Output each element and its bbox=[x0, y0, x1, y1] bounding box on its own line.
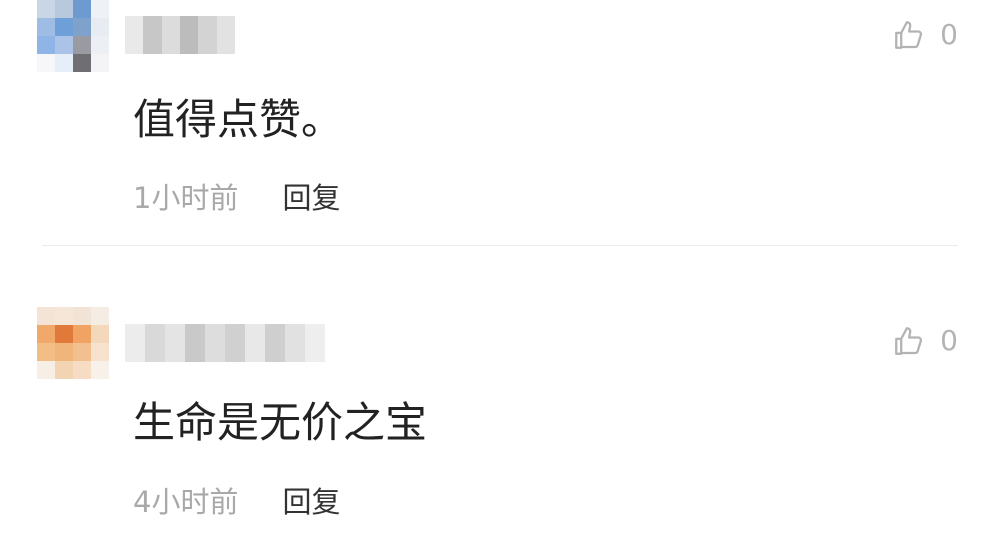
like-button[interactable]: 0 bbox=[892, 18, 958, 52]
avatar-pixel bbox=[37, 361, 55, 379]
avatar-pixel bbox=[55, 325, 73, 343]
avatar-pixel bbox=[73, 307, 91, 325]
avatar-pixel bbox=[55, 307, 73, 325]
avatar-pixel bbox=[73, 325, 91, 343]
username-pixel bbox=[225, 324, 245, 362]
avatar-pixel bbox=[91, 325, 109, 343]
avatar[interactable] bbox=[37, 307, 109, 379]
avatar-pixel bbox=[55, 343, 73, 361]
comment-time: 4小时前 bbox=[133, 485, 239, 519]
avatar-pixel bbox=[55, 54, 73, 72]
username-pixel bbox=[179, 16, 199, 54]
avatar-pixel bbox=[37, 18, 55, 36]
avatar-pixel bbox=[37, 36, 55, 54]
comment-item: 0 值得点赞。 1小时前 回复 bbox=[0, 0, 1000, 246]
divider bbox=[42, 245, 958, 246]
username-pixel bbox=[145, 324, 165, 362]
comment-text: 值得点赞。 bbox=[133, 95, 344, 144]
avatar-pixel bbox=[37, 325, 55, 343]
username-pixel bbox=[198, 16, 217, 54]
username-pixel bbox=[143, 16, 162, 54]
comment-meta: 1小时前 回复 bbox=[133, 180, 340, 216]
avatar-pixel bbox=[55, 36, 73, 54]
comment-meta: 4小时前 回复 bbox=[133, 484, 340, 520]
username-pixel bbox=[125, 324, 145, 362]
like-count: 0 bbox=[940, 18, 958, 51]
avatar-pixel bbox=[91, 343, 109, 361]
username-pixel bbox=[125, 16, 144, 54]
avatar-pixel bbox=[73, 36, 91, 54]
avatar-pixel bbox=[55, 18, 73, 36]
avatar-pixel bbox=[73, 18, 91, 36]
avatar-pixel bbox=[55, 0, 73, 18]
avatar-pixel bbox=[37, 307, 55, 325]
avatar-pixel bbox=[91, 0, 109, 18]
reply-button[interactable]: 回复 bbox=[282, 180, 340, 216]
avatar-pixel bbox=[91, 18, 109, 36]
comment-item: 0 生命是无价之宝 4小时前 回复 bbox=[0, 247, 1000, 533]
username[interactable] bbox=[125, 16, 235, 54]
avatar-pixel bbox=[55, 361, 73, 379]
username-pixel bbox=[161, 16, 180, 54]
username-pixel bbox=[165, 324, 185, 362]
avatar-pixel bbox=[73, 361, 91, 379]
username-pixel bbox=[185, 324, 205, 362]
username[interactable] bbox=[125, 324, 325, 362]
avatar-pixel bbox=[73, 0, 91, 18]
avatar-pixel bbox=[37, 54, 55, 72]
avatar-pixel bbox=[91, 36, 109, 54]
thumbs-up-icon bbox=[895, 327, 923, 355]
avatar-pixel bbox=[37, 343, 55, 361]
avatar-pixel bbox=[91, 307, 109, 325]
username-pixel bbox=[265, 324, 285, 362]
like-button[interactable]: 0 bbox=[892, 324, 958, 358]
thumbs-up-icon bbox=[895, 21, 923, 49]
username-pixel bbox=[205, 324, 225, 362]
avatar-pixel bbox=[73, 54, 91, 72]
reply-button[interactable]: 回复 bbox=[282, 484, 340, 520]
username-pixel bbox=[285, 324, 305, 362]
like-count: 0 bbox=[940, 324, 958, 357]
avatar[interactable] bbox=[37, 0, 109, 72]
username-pixel bbox=[216, 16, 235, 54]
avatar-pixel bbox=[91, 54, 109, 72]
avatar-pixel bbox=[73, 343, 91, 361]
comment-time: 1小时前 bbox=[133, 181, 239, 215]
comment-text: 生命是无价之宝 bbox=[133, 398, 428, 447]
avatar-pixel bbox=[37, 0, 55, 18]
avatar-pixel bbox=[91, 361, 109, 379]
username-pixel bbox=[245, 324, 265, 362]
username-pixel bbox=[305, 324, 325, 362]
